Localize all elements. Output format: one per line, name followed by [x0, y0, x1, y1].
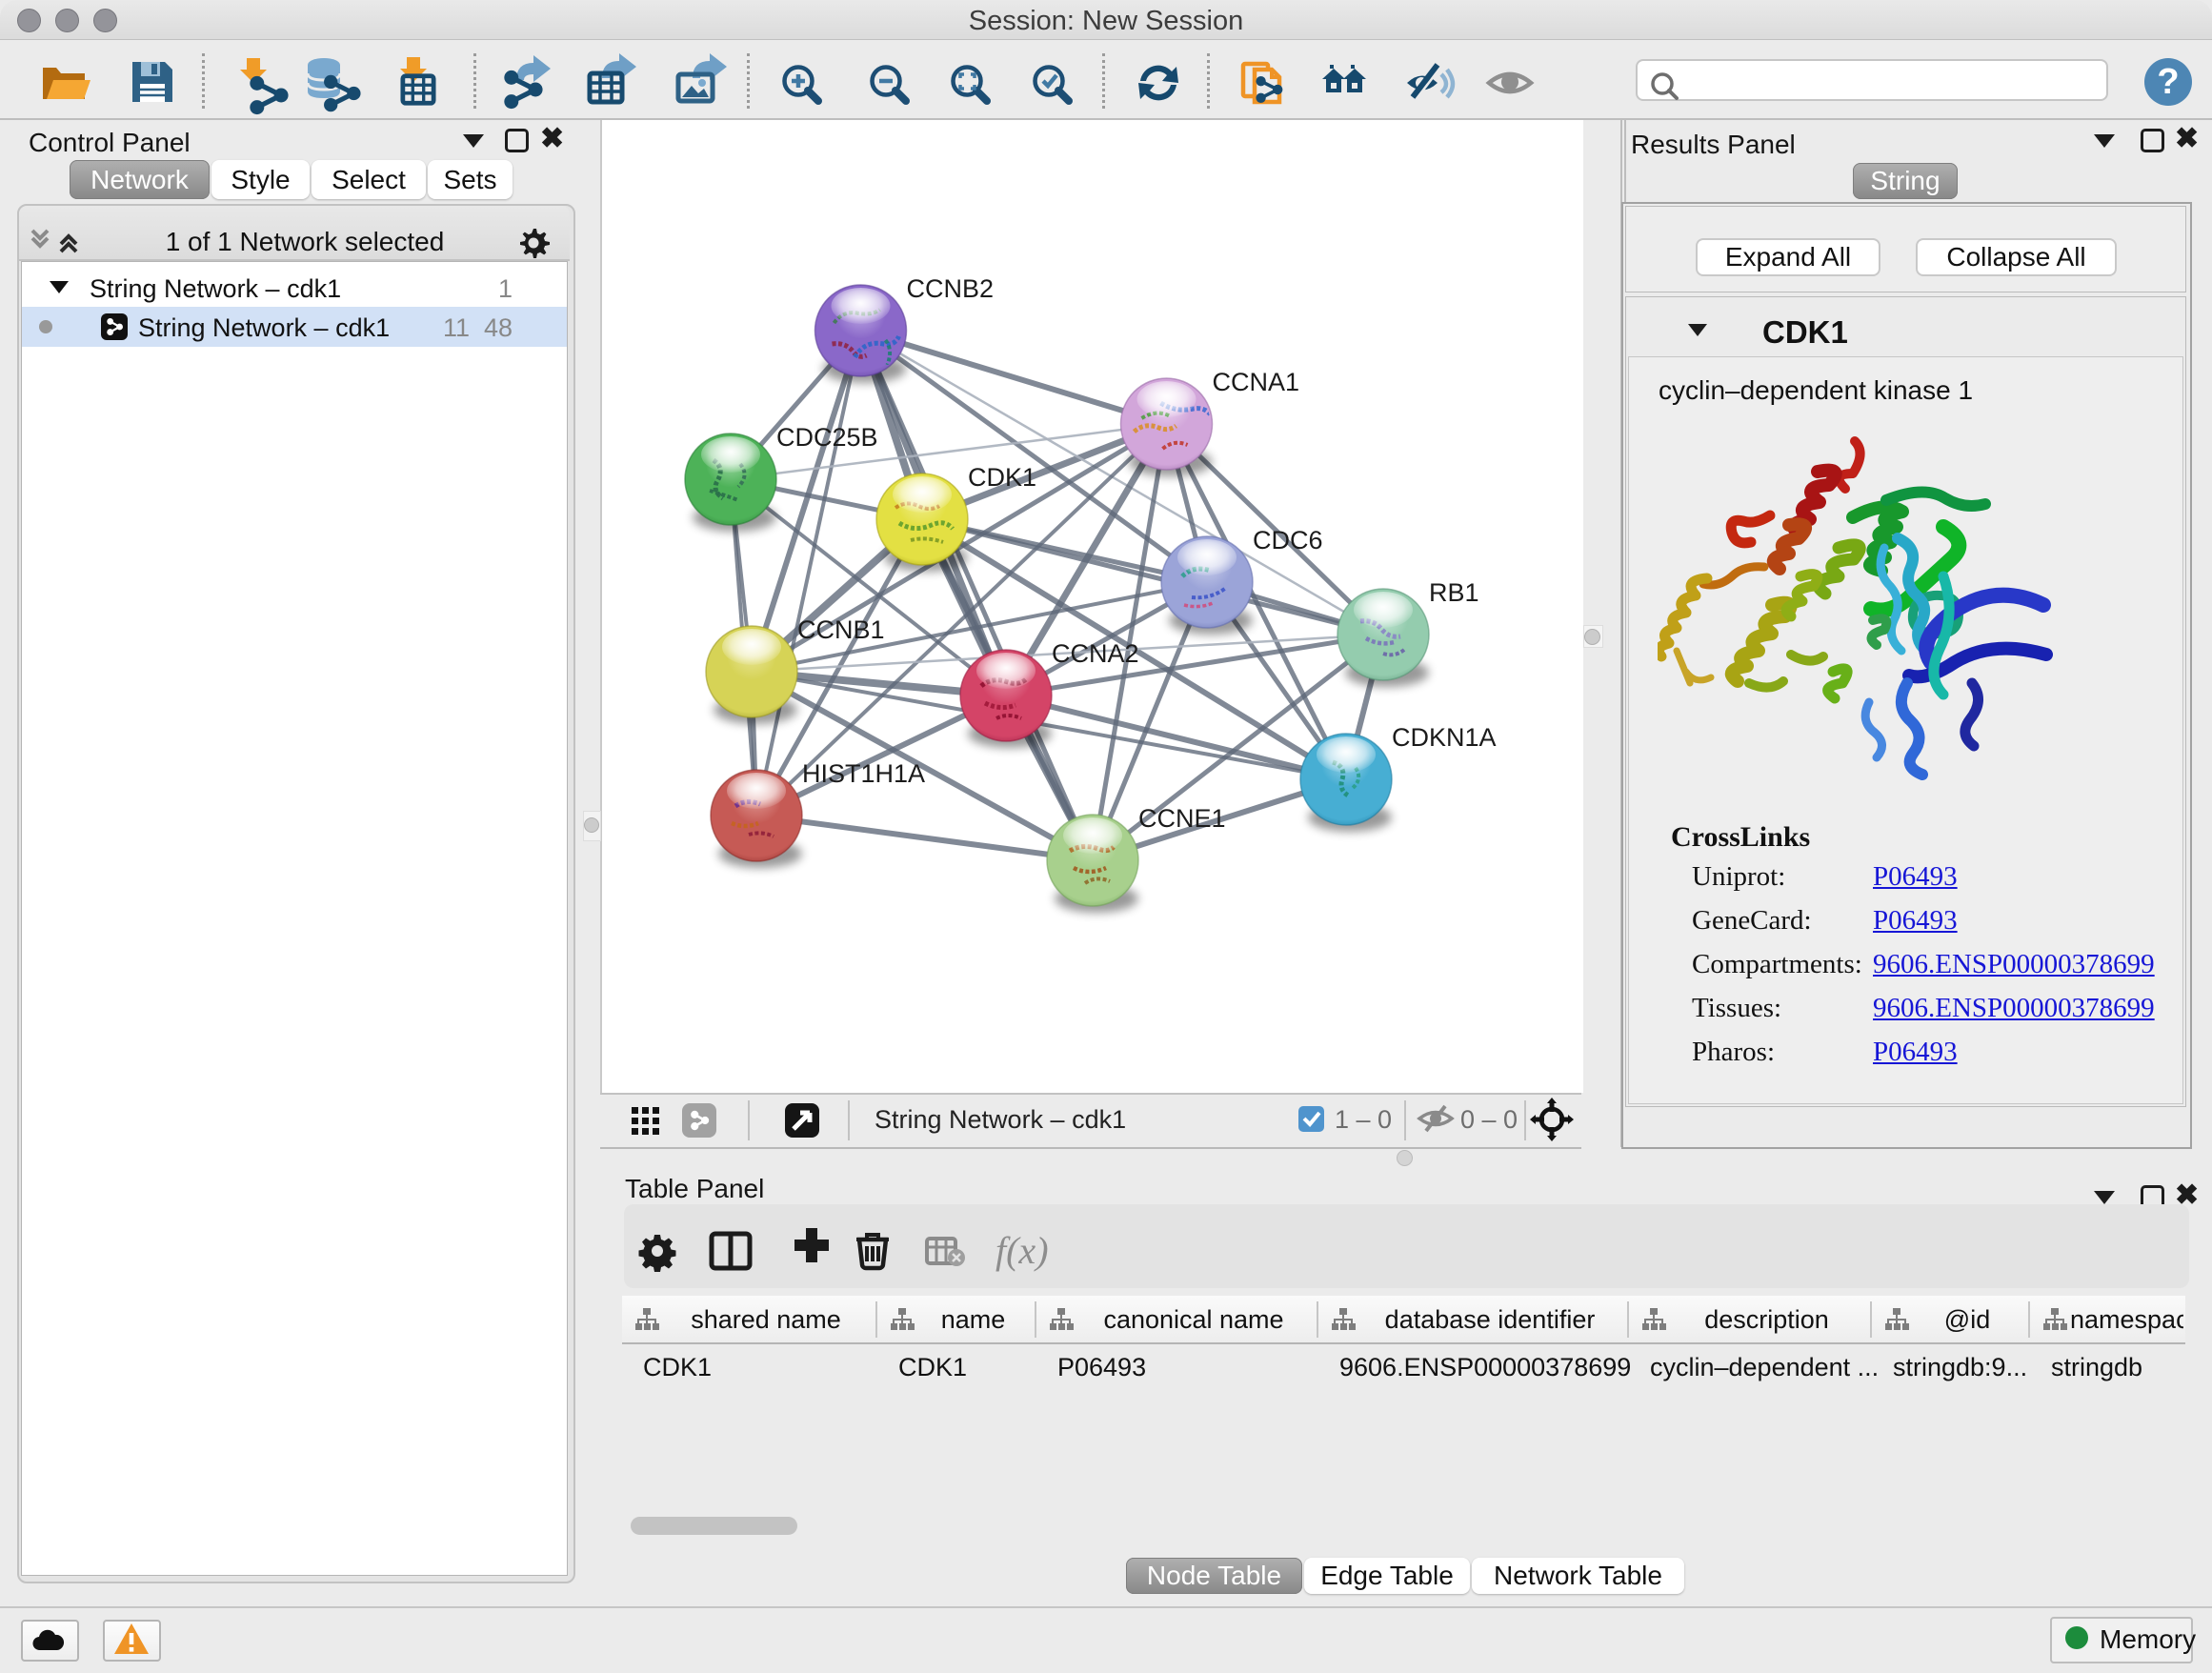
svg-text:HIST1H1A: HIST1H1A	[802, 759, 925, 788]
svg-text:CDK1: CDK1	[968, 463, 1036, 492]
svg-text:CDC25B: CDC25B	[776, 423, 878, 452]
svg-text:CDKN1A: CDKN1A	[1392, 723, 1497, 752]
svg-text:CCNB1: CCNB1	[797, 615, 885, 644]
svg-text:CDC6: CDC6	[1253, 526, 1323, 554]
svg-text:CCNB2: CCNB2	[907, 274, 995, 303]
svg-text:RB1: RB1	[1429, 578, 1479, 607]
svg-text:CCNA1: CCNA1	[1213, 368, 1300, 396]
svg-text:0 – 0: 0 – 0	[1460, 1105, 1518, 1134]
svg-text:1 – 0: 1 – 0	[1335, 1105, 1392, 1134]
svg-text:String Network – cdk1: String Network – cdk1	[875, 1105, 1126, 1134]
svg-text:f(x): f(x)	[995, 1229, 1049, 1272]
svg-text:CCNA2: CCNA2	[1052, 639, 1139, 668]
svg-text:CCNE1: CCNE1	[1138, 804, 1226, 833]
